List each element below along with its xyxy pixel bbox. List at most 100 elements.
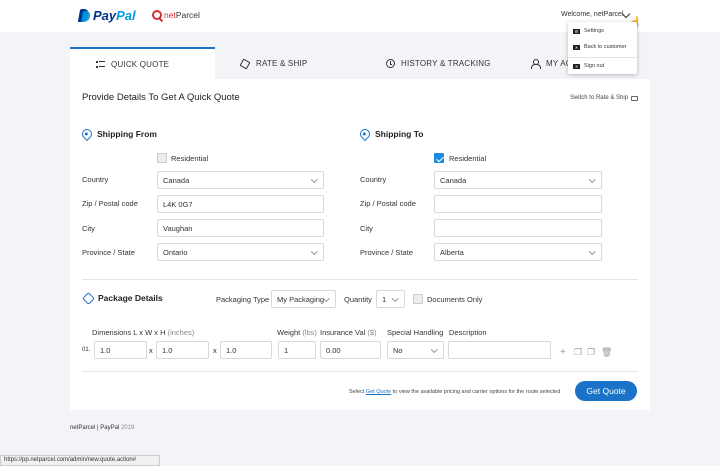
description-input[interactable] <box>448 341 551 359</box>
switch-to-rate-ship-link[interactable]: Switch to Rate & Ship <box>570 95 638 101</box>
menu-divider <box>568 57 637 58</box>
note-prefix: Select <box>349 389 365 395</box>
footer-text: netParcel | PayPal <box>70 425 120 431</box>
dimension-separator: x <box>213 346 217 355</box>
main-tabs: QUICK QUOTE RATE & SHIP HISTORY & TRACKI… <box>70 47 650 80</box>
clock-icon <box>385 59 395 69</box>
packaging-type-select[interactable]: My Packaging <box>271 290 336 308</box>
to-zip-label: Zip / Postal code <box>360 199 416 208</box>
netparcel-logo-text-a: net <box>164 10 176 20</box>
page-footer: netParcel | PayPal 2019 <box>70 425 134 431</box>
height-input[interactable]: 1.0 <box>220 341 272 359</box>
cube-icon <box>239 58 251 69</box>
from-zip-label: Zip / Postal code <box>82 199 138 208</box>
user-dropdown-menu: ⚙ Settings ✕ Back to customer ✕ Sign out <box>568 22 637 74</box>
tab-history-tracking[interactable]: HISTORY & TRACKING <box>360 47 505 80</box>
quantity-label: Quantity <box>344 295 372 304</box>
from-city-input[interactable]: Vaughan <box>157 219 324 237</box>
tab-quick-quote[interactable]: QUICK QUOTE <box>70 47 215 80</box>
weight-label-text: Weight <box>277 328 301 337</box>
insurance-unit: ($) <box>367 328 377 337</box>
tab-label: HISTORY & TRACKING <box>401 59 491 68</box>
get-quote-link[interactable]: Get Quote <box>366 389 391 395</box>
page-title: Provide Details To Get A Quick Quote <box>82 92 240 103</box>
welcome-user-menu[interactable]: Welcome, netParcel <box>561 11 624 18</box>
to-country-select[interactable]: Canada <box>434 171 602 189</box>
dimensions-unit: (inches) <box>167 328 195 337</box>
row-index: 01. <box>82 347 91 353</box>
duplicate-icon[interactable]: ❐ <box>587 347 595 358</box>
menu-item-settings[interactable]: ⚙ Settings <box>573 28 604 34</box>
footer-year: 2019 <box>120 425 135 431</box>
special-handling-select[interactable]: No <box>387 341 444 359</box>
get-quote-button[interactable]: Get Quote <box>575 381 637 401</box>
menu-item-label: Settings <box>584 28 604 34</box>
sign-out-icon: ✕ <box>573 63 580 69</box>
quick-quote-panel: Provide Details To Get A Quick Quote Swi… <box>70 79 650 410</box>
paypal-logo: PayPal <box>77 8 136 23</box>
shipping-to-heading: Shipping To <box>357 126 424 142</box>
from-city-label: City <box>82 224 95 233</box>
list-icon <box>95 60 105 70</box>
weight-unit: (lbs) <box>302 328 317 337</box>
copy-icon[interactable]: ❐ <box>574 347 582 358</box>
to-residential-label: Residential <box>449 154 487 163</box>
menu-item-label: Sign out <box>584 63 605 69</box>
location-pin-icon <box>79 126 95 142</box>
from-country-select[interactable]: Canada <box>157 171 324 189</box>
section-divider <box>82 279 638 280</box>
to-zip-input[interactable] <box>434 195 602 213</box>
weight-label: Weight (lbs) <box>277 328 317 337</box>
to-city-input[interactable] <box>434 219 602 237</box>
get-quote-note: Select Get Quote to view the available p… <box>349 389 560 395</box>
settings-icon: ⚙ <box>573 28 580 34</box>
width-input[interactable]: 1.0 <box>156 341 209 359</box>
paypal-logo-text-b: Pal <box>116 8 136 23</box>
menu-item-back-to-customer[interactable]: ✕ Back to customer <box>573 44 627 50</box>
user-icon <box>530 59 541 69</box>
location-pin-icon <box>357 126 373 142</box>
length-input[interactable]: 1.0 <box>94 341 147 359</box>
to-province-label: Province / State <box>360 248 413 257</box>
weight-input[interactable]: 1 <box>278 341 316 359</box>
section-divider <box>82 371 638 372</box>
paypal-logo-text-a: Pay <box>93 8 117 23</box>
insurance-label: Insurance Val ($) <box>320 328 377 337</box>
insurance-label-text: Insurance Val <box>320 328 366 337</box>
section-title: Shipping To <box>375 129 424 139</box>
shipping-from-heading: Shipping From <box>79 126 157 142</box>
tab-label: QUICK QUOTE <box>111 60 170 69</box>
tab-label: RATE & SHIP <box>256 59 308 68</box>
from-province-label: Province / State <box>82 248 135 257</box>
insurance-input[interactable]: 0.00 <box>320 341 381 359</box>
quantity-select[interactable]: 1 <box>376 290 405 308</box>
browser-status-bar: https://pp.netparcel.com/admin/new.quote… <box>0 455 160 466</box>
to-country-label: Country <box>360 175 387 184</box>
to-province-select[interactable]: Alberta <box>434 243 602 261</box>
from-residential-label: Residential <box>171 154 209 163</box>
menu-item-sign-out[interactable]: ✕ Sign out <box>573 63 604 69</box>
trash-icon[interactable]: 🗑 <box>601 347 612 358</box>
documents-only-checkbox[interactable] <box>413 294 423 304</box>
special-handling-label: Special Handling <box>387 328 444 337</box>
package-details-heading: Package Details <box>82 291 163 305</box>
from-residential-checkbox[interactable] <box>157 153 167 163</box>
netparcel-logo-text-b: Parcel <box>175 10 200 20</box>
section-title: Package Details <box>98 293 163 303</box>
description-label: Description <box>449 328 487 337</box>
dimensions-label: Dimensions L x W x H (inches) <box>92 328 194 337</box>
dimension-separator: x <box>149 346 153 355</box>
from-province-select[interactable]: Ontario <box>157 243 324 261</box>
to-residential-checkbox[interactable] <box>434 153 444 163</box>
from-zip-input[interactable]: L4K 0G7 <box>157 195 324 213</box>
from-country-label: Country <box>82 175 109 184</box>
switch-link-label: Switch to Rate & Ship <box>569 95 628 101</box>
netparcel-mark-icon <box>152 10 162 20</box>
dimensions-label-text: Dimensions L x W x H <box>92 328 166 337</box>
switch-icon <box>631 95 638 101</box>
menu-item-label: Back to customer <box>584 44 627 50</box>
tab-rate-ship[interactable]: RATE & SHIP <box>215 47 360 80</box>
to-city-label: City <box>360 224 373 233</box>
section-title: Shipping From <box>97 129 157 139</box>
add-package-icon[interactable]: + <box>560 347 566 358</box>
